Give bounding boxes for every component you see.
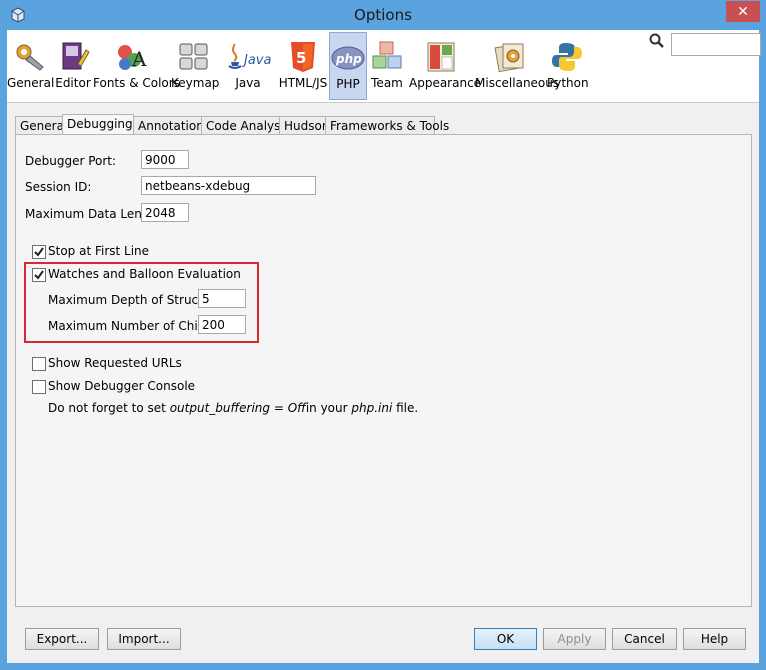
category-label: Editor <box>55 76 91 90</box>
note-setting: output_buffering = Off <box>169 401 306 415</box>
category-label: General <box>7 76 55 90</box>
category-label: Keymap <box>171 76 220 90</box>
session-id-label: Session ID: <box>25 180 92 194</box>
note-middle: in your <box>305 401 352 415</box>
output-buffering-note: Do not forget to set output_buffering = … <box>48 401 418 415</box>
close-icon: ✕ <box>737 3 749 20</box>
editor-book-icon <box>56 40 90 74</box>
keyboard-icon <box>177 40 211 74</box>
html5-icon: 5 <box>286 40 320 74</box>
category-label: Team <box>371 76 403 90</box>
debugger-port-field[interactable]: 9000 <box>141 150 189 169</box>
ok-button[interactable]: OK <box>474 628 537 650</box>
appearance-icon <box>424 40 458 74</box>
fonts-colors-icon: A <box>114 40 148 74</box>
show-requested-urls-label: Show Requested URLs <box>48 356 182 370</box>
miscellaneous-icon <box>493 40 527 74</box>
category-java[interactable]: Java Java <box>221 32 275 100</box>
tab-general[interactable]: General <box>15 116 67 136</box>
category-editor[interactable]: Editor <box>55 32 91 100</box>
title-bar[interactable]: Options ✕ <box>0 0 766 30</box>
apply-button[interactable]: Apply <box>543 628 606 650</box>
category-appearance[interactable]: Appearance <box>409 32 482 100</box>
category-label: PHP <box>336 77 360 91</box>
category-label: Python <box>547 76 589 90</box>
close-button[interactable]: ✕ <box>726 1 760 22</box>
gear-wrench-icon <box>12 40 46 74</box>
stop-first-line-label: Stop at First Line <box>48 244 150 258</box>
svg-text:Java: Java <box>241 53 271 68</box>
highlight-box <box>24 262 259 343</box>
show-debugger-console-checkbox[interactable] <box>32 380 46 394</box>
category-label: Miscellaneous <box>475 76 560 90</box>
java-icon: Java <box>223 40 273 74</box>
checkmark-icon <box>34 247 44 257</box>
team-cubes-icon <box>370 40 404 74</box>
options-window: Options ✕ General Editor A Fonts & Color… <box>0 0 766 670</box>
category-label: HTML/JS <box>278 76 328 90</box>
category-keymap[interactable]: Keymap <box>171 32 220 100</box>
category-fonts-colors[interactable]: A Fonts & Colors <box>93 32 180 100</box>
help-button[interactable]: Help <box>683 628 746 650</box>
search-input[interactable] <box>671 33 761 56</box>
magnifier-icon <box>649 33 664 48</box>
max-data-length-field[interactable]: 2048 <box>141 203 189 222</box>
cancel-button[interactable]: Cancel <box>612 628 677 650</box>
category-html-js[interactable]: 5 HTML/JS <box>278 32 328 100</box>
tab-hudson[interactable]: Hudson <box>279 116 329 136</box>
note-suffix: file. <box>392 401 419 415</box>
category-miscellaneous[interactable]: Miscellaneous <box>475 32 560 100</box>
import-button[interactable]: Import... <box>107 628 181 650</box>
stop-first-line-checkbox[interactable] <box>32 245 46 259</box>
window-title: Options <box>354 6 412 24</box>
category-toolbar: General Editor A Fonts & Colors Keymap J… <box>7 30 761 103</box>
svg-text:5: 5 <box>296 49 306 67</box>
python-icon <box>550 40 584 74</box>
category-python[interactable]: Python <box>547 32 589 100</box>
category-php[interactable]: php PHP <box>329 32 367 100</box>
tab-frameworks-tools[interactable]: Frameworks & Tools <box>325 116 449 136</box>
php-icon: php <box>331 41 365 75</box>
category-label: Java <box>235 76 261 90</box>
show-requested-urls-checkbox[interactable] <box>32 357 46 371</box>
debugger-port-label: Debugger Port: <box>25 154 117 168</box>
category-general[interactable]: General <box>7 32 55 100</box>
tab-annotations[interactable]: Annotations <box>133 116 210 136</box>
category-label: Appearance <box>409 76 482 90</box>
note-prefix: Do not forget to set <box>48 401 170 415</box>
dialog-client: General Editor A Fonts & Colors Keymap J… <box>7 30 761 663</box>
debugging-panel: Debugger Port: 9000 Session ID: netbeans… <box>15 134 752 607</box>
session-id-field[interactable]: netbeans-xdebug <box>141 176 316 195</box>
svg-text:A: A <box>131 47 147 71</box>
category-label: Fonts & Colors <box>93 76 180 90</box>
tab-code-analysis[interactable]: Code Analysis <box>201 116 290 136</box>
svg-text:php: php <box>335 52 362 66</box>
note-file: php.ini <box>351 401 393 415</box>
show-debugger-console-label: Show Debugger Console <box>48 379 196 393</box>
category-team[interactable]: Team <box>369 32 405 100</box>
export-button[interactable]: Export... <box>25 628 99 650</box>
